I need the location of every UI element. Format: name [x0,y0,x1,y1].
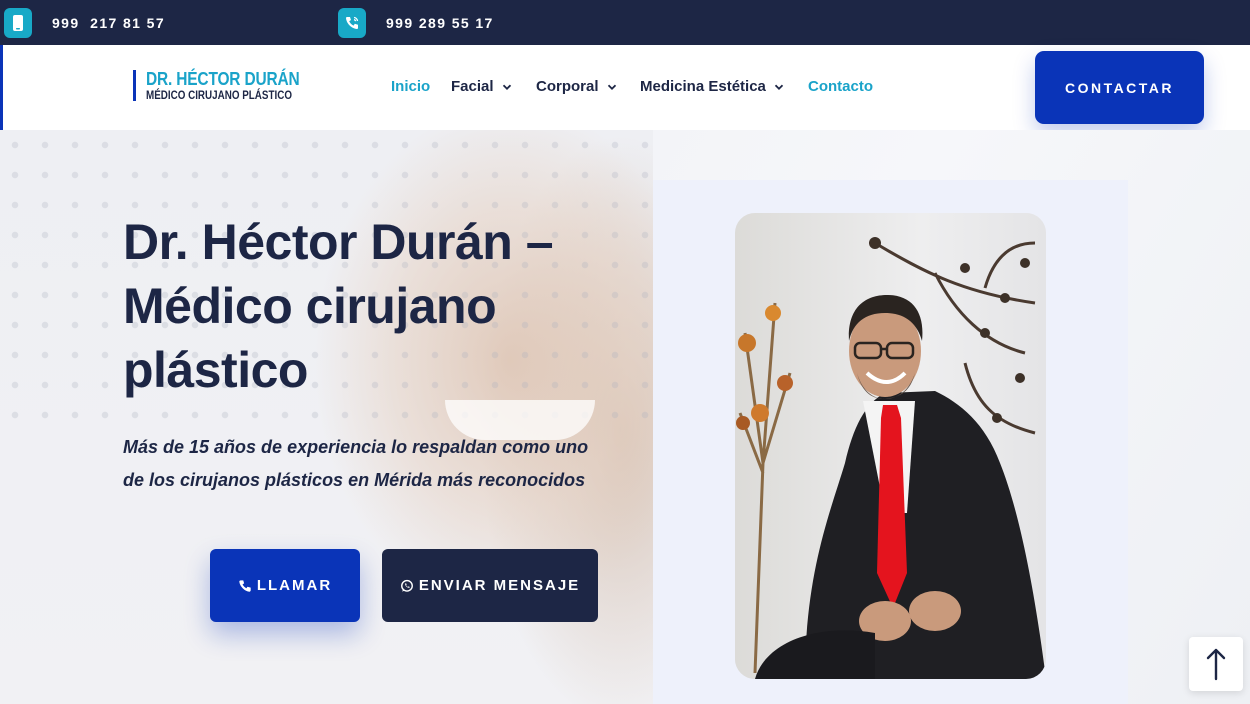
nav-item-medicina-estetica[interactable]: Medicina Estética [640,78,784,95]
nav-item-inicio[interactable]: Inicio [391,78,430,95]
chevron-down-icon [502,84,511,90]
mobile-phone-icon [4,7,32,38]
nav-item-contacto[interactable]: Contacto [808,78,873,95]
nav-label: Contacto [808,78,873,95]
llamar-label: LLAMAR [256,577,333,594]
nav-label: Inicio [391,78,431,95]
llamar-button[interactable]: LLAMAR [210,549,360,622]
whatsapp-icon [400,579,413,592]
site-header: DR. HÉCTOR DURÁN MÉDICO CIRUJANO PLÁSTIC… [0,45,1250,130]
phone-2-number: 999 289 55 17 [386,14,494,31]
hero-subtitle: Más de 15 años de experiencia lo respald… [123,437,589,490]
nav-label: Medicina Estética [640,78,766,95]
main-navigation: Inicio Facial Corporal Medicina Estética… [3,45,1003,130]
phone-icon [239,579,251,592]
nav-label: Facial [451,78,494,95]
phone-1-contact[interactable]: 999 217 81 57 [4,0,165,45]
nav-item-facial[interactable]: Facial [451,78,512,95]
scroll-to-top-button[interactable] [1189,637,1243,691]
phone-2-contact[interactable]: 999 289 55 17 [338,0,494,45]
arrow-up-icon [1206,648,1226,681]
phone-1-number: 999 217 81 57 [52,14,166,31]
enviar-mensaje-button[interactable]: ENVIAR MENSAJE [382,549,598,622]
nav-label: Corporal [536,78,599,95]
hero-section: Dr. Héctor Durán – Médico cirujano plást… [0,130,1250,704]
enviar-mensaje-label: ENVIAR MENSAJE [418,577,581,594]
chevron-down-icon [774,84,784,90]
hero-title: Dr. Héctor Durán – Médico cirujano plást… [123,214,554,398]
chevron-down-icon [607,84,616,90]
contactar-button[interactable]: CONTACTAR [1035,51,1204,124]
phone-call-icon [338,7,366,38]
doctor-portrait-photo [735,213,1046,679]
top-contact-bar: 999 217 81 57 999 289 55 17 [0,0,1250,45]
nav-item-corporal[interactable]: Corporal [536,78,617,95]
